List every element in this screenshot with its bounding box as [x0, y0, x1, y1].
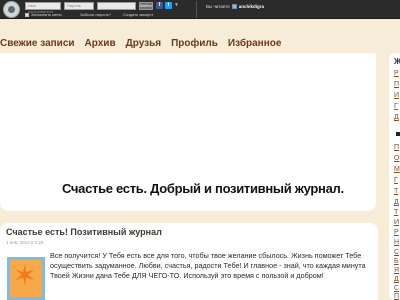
sidebar-scroll-handle[interactable]: [396, 132, 400, 136]
sidebar-link[interactable]: Д: [394, 276, 400, 283]
site-logo-icon[interactable]: [3, 1, 20, 18]
remember-checkbox[interactable]: [25, 12, 29, 17]
reading-label: Вы читаете: [206, 4, 230, 9]
post-date: 1 янв, 2010 в 0:20: [6, 240, 44, 245]
sidebar-link[interactable]: Б: [394, 258, 400, 265]
sidebar-link[interactable]: Н: [394, 239, 400, 246]
sidebar-link[interactable]: Т: [394, 188, 400, 195]
sidebar-link[interactable]: Г: [394, 103, 400, 110]
post-title[interactable]: Счастье есть! Позитивный журнал: [6, 227, 162, 237]
post-body: Все получится! У Тебя есть все для того,…: [50, 251, 366, 280]
sidebar-link[interactable]: С: [394, 285, 400, 292]
post-image: ✶: [7, 257, 45, 300]
nav-recent[interactable]: Свежие записи: [0, 38, 75, 49]
forgot-password-link[interactable]: Забыли пароль?: [80, 12, 111, 17]
journal-title: Счастье есть. Добрый и позитивный журнал…: [62, 181, 344, 196]
username-link[interactable]: anchikdigra: [239, 4, 264, 9]
sidebar-link[interactable]: Г: [394, 177, 400, 184]
facebook-icon[interactable]: f: [156, 2, 163, 9]
main-nav: Свежие записи Архив Друзья Профиль Избра…: [0, 38, 281, 49]
remember-label: Запомнить меня: [31, 12, 62, 17]
sidebar-link[interactable]: Т: [394, 209, 400, 216]
sidebar-link[interactable]: П: [394, 81, 400, 88]
sidebar-link[interactable]: М: [394, 166, 400, 173]
create-account-link[interactable]: Создать аккаунт: [123, 12, 153, 17]
sidebar-link[interactable]: Я: [394, 267, 400, 274]
twitter-icon[interactable]: t: [165, 2, 172, 9]
openid-input[interactable]: [97, 2, 136, 10]
login-button[interactable]: Войти: [139, 2, 153, 10]
sidebar-link[interactable]: И: [394, 219, 400, 226]
sidebar-link[interactable]: Д: [394, 114, 400, 121]
sidebar-link[interactable]: Д: [394, 199, 400, 206]
remember-me[interactable]: Запомнить меня: [25, 12, 62, 17]
nav-favorites[interactable]: Избранное: [228, 38, 282, 49]
reading-info: Вы читаете anchikdigra: [206, 4, 264, 9]
username-input[interactable]: Имя пользователя: [25, 2, 61, 14]
sidebar-link[interactable]: И: [394, 92, 400, 99]
nav-profile[interactable]: Профиль: [171, 38, 218, 49]
nav-friends[interactable]: Друзья: [126, 38, 161, 49]
sidebar-heading: Ж: [394, 57, 400, 66]
user-icon: [231, 4, 237, 9]
sidebar-link[interactable]: П: [394, 144, 400, 151]
password-input[interactable]: Пароль: [64, 2, 94, 10]
sidebar-link[interactable]: О: [394, 155, 400, 162]
image-frame: [7, 257, 45, 300]
sidebar-link[interactable]: Р: [394, 70, 400, 77]
top-bar: Имя пользователя Пароль Войти f t ▾ Запо…: [0, 0, 400, 19]
divider: [196, 1, 197, 18]
chevron-down-icon[interactable]: ▾: [174, 2, 179, 9]
sidebar-link[interactable]: Р: [394, 229, 400, 236]
nav-archive[interactable]: Архив: [85, 38, 116, 49]
sidebar-link[interactable]: С: [394, 249, 400, 256]
sidebar-link[interactable]: П: [394, 293, 400, 300]
